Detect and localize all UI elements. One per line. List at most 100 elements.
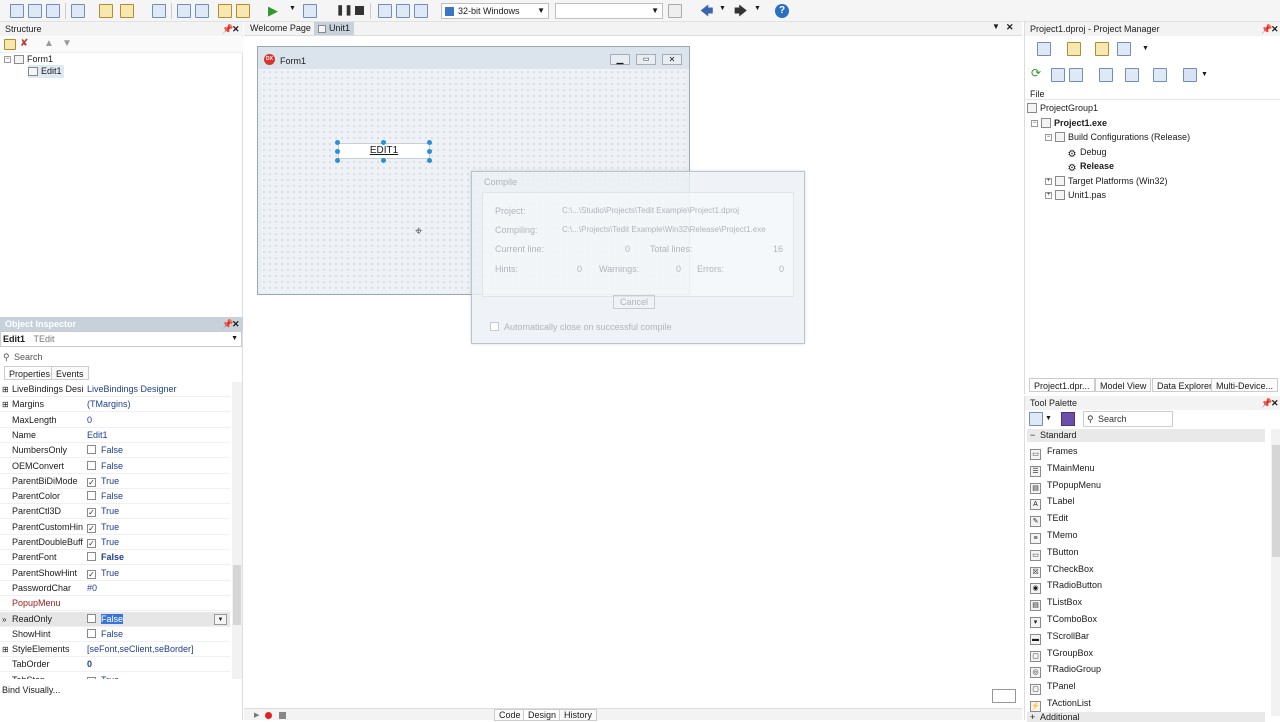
property-value[interactable]: ✓ True	[87, 566, 119, 581]
reopen-icon[interactable]	[236, 4, 250, 18]
selection-handle[interactable]	[381, 158, 386, 163]
remove-icon[interactable]	[71, 4, 85, 18]
property-value[interactable]: ✓ True	[87, 673, 119, 679]
collapse-all-icon[interactable]	[1069, 68, 1083, 82]
checkbox[interactable]	[87, 613, 96, 623]
chevron-down-icon[interactable]: ▼	[1201, 71, 1208, 78]
property-search-input[interactable]: ⚲ Search	[0, 350, 242, 365]
checkbox[interactable]	[87, 445, 96, 455]
expand-all-icon[interactable]	[1051, 68, 1065, 82]
property-value[interactable]: [seFont,seClient,seBorder]	[87, 642, 194, 657]
open-folder-icon[interactable]	[120, 4, 134, 18]
open-folder-icon[interactable]	[1095, 42, 1109, 56]
edit1-control[interactable]: EDIT1	[338, 143, 430, 159]
palette-item[interactable]: ▬ TScrollBar	[1030, 628, 1089, 645]
property-row[interactable]: » ReadOnly False ▼	[0, 611, 230, 627]
property-grid-scrollbar[interactable]	[232, 382, 242, 679]
palette-item[interactable]: ≡ TMemo	[1030, 527, 1078, 544]
palette-categories-icon[interactable]	[1029, 412, 1043, 426]
project-manager-tab[interactable]: Multi-Device...	[1211, 378, 1279, 392]
property-row[interactable]: ParentColor False	[0, 489, 230, 505]
close-icon[interactable]: ✕	[1271, 24, 1279, 35]
project-tree-item[interactable]: − Project1.exe	[1031, 117, 1107, 130]
new-form-icon[interactable]	[46, 4, 60, 18]
palette-item[interactable]: ✎ TEdit	[1030, 510, 1068, 528]
checkbox[interactable]: ✓	[87, 569, 96, 579]
property-row[interactable]: PasswordChar #0	[0, 581, 230, 596]
save-icon[interactable]	[152, 4, 166, 18]
property-row[interactable]: ParentFont False	[0, 550, 230, 566]
property-value[interactable]: ✓ True	[87, 520, 119, 535]
project-manager-tab[interactable]: Project1.dpr...	[1029, 378, 1095, 392]
bind-visually-link[interactable]: Bind Visually...	[2, 685, 60, 695]
property-row[interactable]: ⊞ Margins (TMargins)	[0, 397, 230, 413]
selection-handle[interactable]	[335, 140, 340, 145]
palette-search-input[interactable]: ⚲ Search	[1083, 411, 1173, 427]
save-all-icon[interactable]	[177, 4, 191, 18]
component-filter-icon[interactable]	[1061, 412, 1075, 426]
chevron-down-icon[interactable]: ▼	[651, 4, 659, 18]
property-row[interactable]: OEMConvert False	[0, 459, 230, 474]
palette-scrollbar[interactable]	[1271, 429, 1280, 716]
chevron-down-icon[interactable]: ▼	[537, 4, 545, 18]
palette-item[interactable]: ▢ TGroupBox	[1030, 645, 1093, 662]
tab-unit1[interactable]: Unit1	[314, 22, 355, 35]
configuration-select[interactable]: ▼	[555, 3, 663, 19]
expand-icon[interactable]: ⊞	[2, 382, 9, 397]
close-icon[interactable]: ✕	[1006, 22, 1014, 33]
palette-item[interactable]: ☒ TCheckBox	[1030, 561, 1094, 578]
close-icon[interactable]: ✕	[232, 24, 240, 35]
selection-handle[interactable]	[335, 158, 340, 163]
options-icon[interactable]	[1153, 68, 1167, 82]
selection-handle[interactable]	[381, 140, 386, 145]
selection-handle[interactable]	[427, 158, 432, 163]
property-value[interactable]: 0	[87, 413, 92, 428]
property-value[interactable]: #0	[87, 581, 97, 596]
checkbox[interactable]	[87, 491, 96, 501]
project-manager-tab[interactable]: Model View	[1095, 378, 1152, 392]
stop-macro-icon[interactable]	[279, 712, 286, 719]
project-manager-tab[interactable]: Data Explorer	[1152, 378, 1218, 392]
property-value[interactable]: False	[87, 550, 124, 565]
tab-design[interactable]: Design	[523, 709, 562, 721]
property-row[interactable]: TabStop✓ True	[0, 673, 230, 679]
palette-item[interactable]: ▤ TPopupMenu	[1030, 477, 1101, 494]
palette-item[interactable]: ⚡ TActionList	[1030, 695, 1091, 712]
property-row[interactable]: ParentBiDiMode ✓ True	[0, 474, 230, 489]
run-without-debug-icon[interactable]	[303, 4, 317, 18]
tab-welcome-page[interactable]: Welcome Page	[250, 23, 311, 33]
property-row[interactable]: ShowHint False	[0, 627, 230, 642]
property-row[interactable]: PopupMenu	[0, 596, 230, 612]
form-preview-icon[interactable]	[992, 689, 1016, 703]
property-row[interactable]: ⊞ StyleElements [seFont,seClient,seBorder]	[0, 642, 230, 658]
pause-icon[interactable]: ❚❚	[336, 5, 353, 16]
checkbox[interactable]: ✓	[87, 539, 96, 548]
tree-item-edit1[interactable]: Edit1	[28, 65, 64, 78]
property-value[interactable]: ✓ True	[87, 474, 119, 489]
new-project-icon[interactable]	[1037, 42, 1051, 56]
project-tree-item[interactable]: + Unit1.pas	[1045, 189, 1106, 202]
stop-icon[interactable]	[355, 6, 364, 15]
palette-item[interactable]: ◉ TRadioButton	[1030, 577, 1102, 595]
palette-item[interactable]: ◎ TRadioGroup	[1030, 661, 1101, 679]
collapse-icon[interactable]: −	[1030, 429, 1035, 442]
maximize-button[interactable]: ▭	[636, 54, 656, 65]
view-icon[interactable]	[1117, 42, 1131, 56]
category-standard[interactable]: − Standard	[1027, 429, 1265, 442]
collapse-icon[interactable]: −	[4, 56, 11, 64]
tab-code[interactable]: Code	[494, 709, 526, 721]
property-row[interactable]: ⊞ LiveBindings Desi LiveBindings Designer	[0, 382, 230, 397]
trace-into-icon[interactable]	[396, 4, 410, 18]
close-icon[interactable]: ✕	[232, 319, 240, 330]
component-select[interactable]: Edit1 TEdit ▼	[0, 331, 242, 347]
property-row[interactable]: ParentCtl3D ✓ True	[0, 504, 230, 520]
property-value[interactable]: False	[87, 443, 123, 458]
property-value[interactable]: Edit1	[87, 428, 108, 443]
expand-icon[interactable]: ⊞	[2, 642, 9, 657]
chevron-down-icon[interactable]: ▼	[992, 22, 1000, 31]
palette-item[interactable]: ▾ TComboBox	[1030, 611, 1097, 628]
project-tree-item[interactable]: ⚙ Debug	[1067, 146, 1107, 160]
autoclose-checkbox[interactable]: Automatically close on successful compil…	[490, 322, 672, 332]
checkbox[interactable]: ✓	[87, 523, 96, 533]
checkbox-box[interactable]	[490, 322, 499, 331]
